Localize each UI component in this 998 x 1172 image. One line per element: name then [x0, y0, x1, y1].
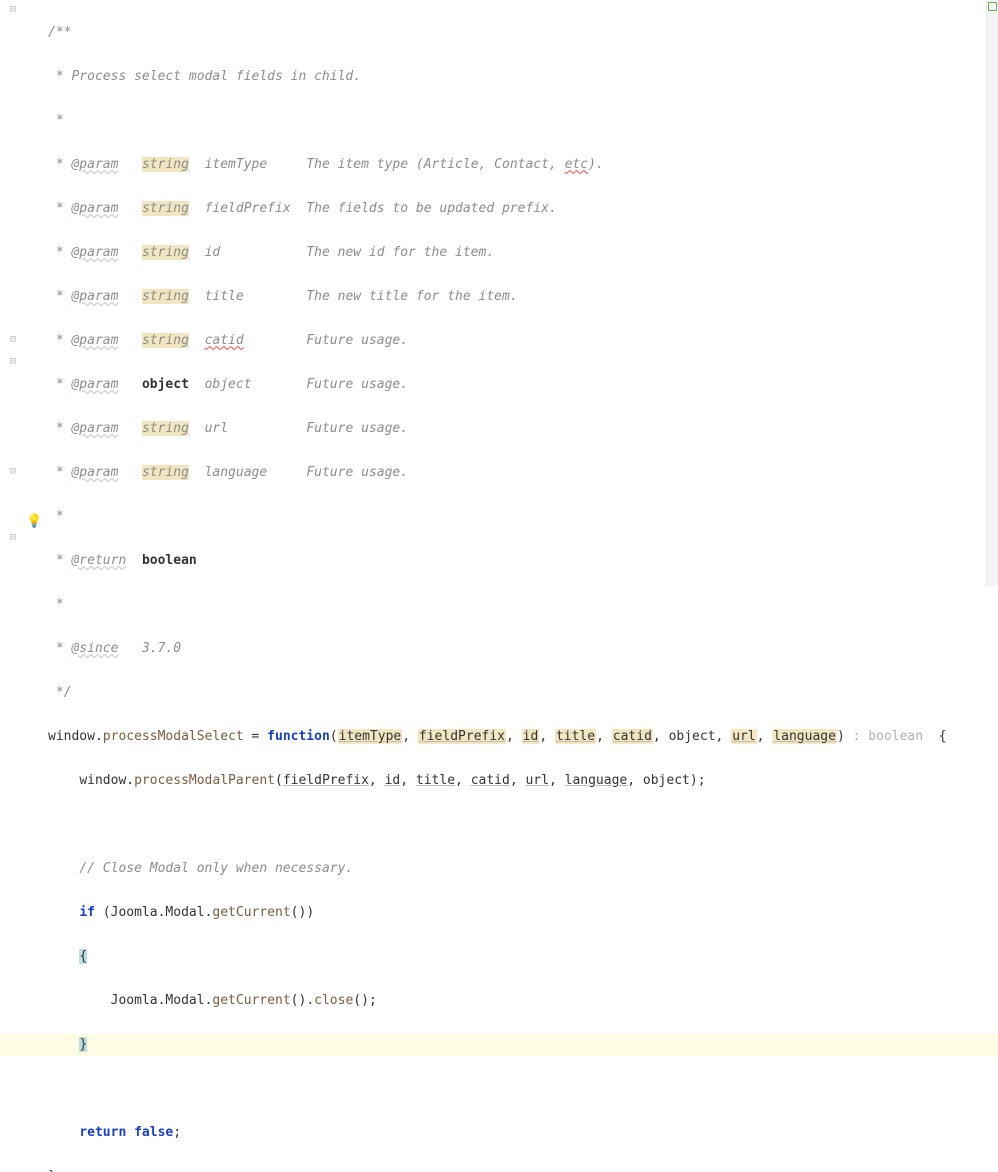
fold-marker-icon[interactable]: ⊟ [8, 5, 18, 15]
jsdoc-param: * @param string catid Future usage. [48, 333, 408, 348]
code-editor[interactable]: /** * Process select modal fields in chi… [48, 0, 984, 1172]
jsdoc-param: * @param string language Future usage. [48, 465, 408, 480]
current-line: } [0, 1034, 998, 1056]
comment-text: * [48, 113, 64, 128]
code-line: Joomla.Modal.getCurrent().close(); [48, 990, 984, 1012]
jsdoc-param: * @param string title The new title for … [48, 289, 518, 304]
code-line: return false; [48, 1122, 984, 1144]
lightbulb-icon[interactable]: 💡 [26, 511, 40, 525]
jsdoc-return: * @return boolean [48, 553, 197, 568]
code-comment: // Close Modal only when necessary. [48, 858, 984, 880]
function-signature: window.processModalSelect = function(ite… [48, 726, 984, 748]
fold-marker-icon[interactable]: ⊟ [8, 533, 18, 543]
inspection-status-icon[interactable] [988, 2, 997, 11]
comment-text: * Process select modal fields in child. [48, 69, 361, 84]
comment-text: * [48, 597, 64, 612]
fold-marker-icon[interactable]: ⊟ [8, 335, 18, 345]
fold-column: ⊟ ⊟ ⊟ ⊟ ⊟ [8, 0, 20, 586]
fold-marker-icon[interactable]: ⊟ [8, 467, 18, 477]
jsdoc-param: * @param string id The new id for the it… [48, 245, 494, 260]
comment-text: */ [48, 685, 71, 700]
jsdoc-param: * @param string url Future usage. [48, 421, 408, 436]
jsdoc-param: * @param string fieldPrefix The fields t… [48, 201, 557, 216]
comment-text: * [48, 509, 64, 524]
jsdoc-since: * @since 3.7.0 [48, 641, 181, 656]
jsdoc-param: * @param string itemType The item type (… [48, 157, 604, 172]
code-line: }; [48, 1166, 984, 1172]
editor-gutter: ⊟ ⊟ ⊟ ⊟ ⊟ 💡 [0, 0, 44, 586]
comment-text: /** [48, 25, 71, 40]
code-line: { [48, 946, 984, 968]
vertical-scrollbar[interactable] [986, 0, 998, 586]
fold-marker-icon[interactable]: ⊟ [8, 357, 18, 367]
code-line: window.processModalParent(fieldPrefix, i… [48, 770, 984, 792]
code-line: if (Joomla.Modal.getCurrent()) [48, 902, 984, 924]
jsdoc-param: * @param object object Future usage. [48, 377, 408, 392]
